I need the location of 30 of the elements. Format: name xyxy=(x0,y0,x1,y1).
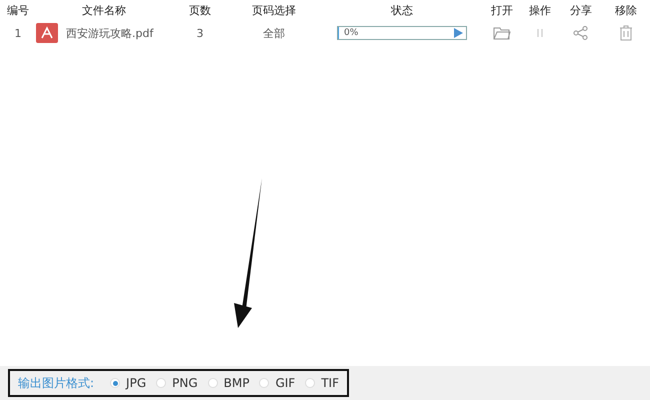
format-radio[interactable]: GIF xyxy=(259,376,296,390)
trash-icon[interactable] xyxy=(617,25,635,41)
format-label: 输出图片格式: xyxy=(18,374,94,392)
column-header: 编号 xyxy=(7,2,29,18)
play-icon[interactable] xyxy=(453,28,463,38)
column-header: 页码选择 xyxy=(252,2,296,18)
column-header: 页数 xyxy=(189,2,211,18)
file-name: 西安游玩攻略.pdf xyxy=(66,26,154,40)
format-radio[interactable]: BMP xyxy=(208,376,250,390)
column-header: 操作 xyxy=(529,2,551,18)
column-header: 移除 xyxy=(615,2,637,18)
radio-dot[interactable] xyxy=(208,378,218,388)
radio-dot[interactable] xyxy=(259,378,270,388)
folder-icon[interactable] xyxy=(493,25,511,41)
radio-dot[interactable] xyxy=(156,378,166,388)
radio-dot[interactable] xyxy=(305,378,316,388)
page-selection: 全部 xyxy=(263,26,285,40)
pdf-icon xyxy=(36,23,58,43)
column-header: 状态 xyxy=(391,2,413,18)
column-header: 文件名称 xyxy=(82,2,126,18)
share-icon[interactable] xyxy=(572,25,590,41)
page-count: 3 xyxy=(196,26,204,40)
row-number: 1 xyxy=(14,26,22,40)
column-header: 分享 xyxy=(570,2,592,18)
format-radio[interactable]: PNG xyxy=(156,376,198,390)
format-radio[interactable]: TIF xyxy=(305,376,339,390)
progress-reading: 0% xyxy=(343,28,360,38)
radio-dot[interactable] xyxy=(110,378,120,388)
format-radio[interactable]: JPG xyxy=(110,376,146,390)
column-header: 打开 xyxy=(491,2,513,18)
